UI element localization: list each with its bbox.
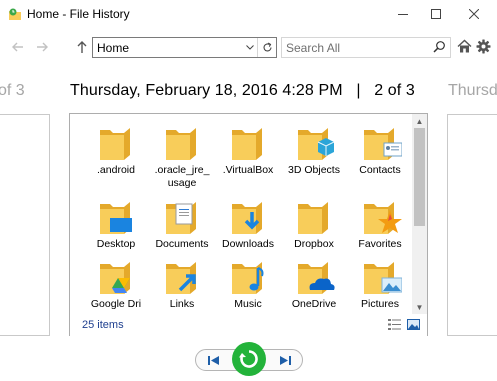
version-header: of 3 Thursday, February 18, 2016 4:28 PM…	[0, 80, 497, 104]
file-item-label: .VirtualBox	[222, 164, 274, 176]
file-item-label: Downloads	[222, 238, 274, 250]
file-item[interactable]: OneDrive	[282, 256, 346, 316]
file-history-app-icon	[9, 8, 21, 20]
version-date-heading: Thursday, February 18, 2016 4:28 PM | 2 …	[70, 82, 415, 100]
minimize-icon	[398, 14, 408, 15]
file-item-label: Desktop	[96, 238, 136, 250]
file-item[interactable]: Contacts	[348, 122, 412, 182]
search-placeholder: Search All	[286, 41, 341, 55]
file-item[interactable]: Music	[216, 256, 280, 316]
footer	[0, 336, 497, 381]
file-item-label: Contacts	[359, 164, 401, 176]
details-view-icon[interactable]	[388, 319, 401, 330]
forward-arrow-icon	[37, 42, 48, 52]
file-item-label: 3D Objects	[288, 164, 340, 176]
file-item[interactable]: .android	[84, 122, 148, 182]
file-item-label: Favorites	[358, 238, 402, 250]
next-version-button[interactable]	[276, 352, 294, 368]
pictures-folder-icon	[364, 262, 402, 294]
file-item[interactable]: Links	[150, 256, 214, 316]
downloads-folder-icon	[232, 202, 262, 234]
documents-folder-icon	[166, 202, 196, 234]
chevron-down-icon	[245, 45, 254, 50]
file-item-label: Pictures	[361, 298, 399, 310]
file-item-label: Google Dri	[90, 298, 142, 310]
window-title: Home - File History	[27, 7, 130, 21]
restore-button[interactable]	[232, 342, 266, 376]
file-item-label: OneDrive	[291, 298, 337, 310]
folder-icon	[166, 128, 196, 160]
folder-icon	[100, 128, 130, 160]
close-button[interactable]	[451, 0, 497, 28]
close-icon	[469, 9, 479, 19]
folder-icon	[232, 128, 262, 160]
next-version-panel[interactable]	[447, 114, 497, 336]
onedrive-folder-icon	[298, 262, 335, 294]
scroll-up-button[interactable]: ▲	[412, 114, 427, 128]
search-icon[interactable]	[433, 40, 446, 53]
favorites-folder-icon	[364, 202, 402, 234]
refresh-icon	[262, 42, 272, 52]
file-item-label: Documents	[155, 238, 209, 250]
address-text: Home	[97, 41, 130, 55]
3d-objects-icon	[298, 128, 335, 160]
skip-previous-icon	[207, 355, 219, 365]
file-item[interactable]: Downloads	[216, 196, 280, 256]
back-arrow-icon	[12, 42, 23, 52]
title-bar: Home - File History	[0, 0, 497, 28]
gear-icon[interactable]	[476, 39, 491, 54]
previous-version-panel[interactable]	[0, 114, 50, 336]
search-input[interactable]: Search All	[281, 37, 451, 58]
file-item-label: Music	[234, 298, 262, 310]
up-button[interactable]	[74, 39, 90, 55]
contacts-icon	[364, 128, 402, 160]
file-item[interactable]: .oracle_jre_ usage	[150, 122, 214, 189]
home-icon[interactable]	[457, 39, 472, 54]
address-dropdown-button[interactable]	[242, 38, 257, 57]
file-item[interactable]: Desktop	[84, 196, 148, 256]
address-bar[interactable]: Home	[92, 37, 277, 58]
file-item[interactable]: Dropbox	[282, 196, 346, 256]
skip-next-icon	[279, 355, 291, 365]
status-bar: 25 items	[70, 314, 427, 336]
file-item[interactable]: Documents	[150, 196, 214, 256]
next-version-label: Thursda	[448, 82, 497, 99]
file-view-panel: .android .oracle_jre_ usage .VirtualBox 3D …	[69, 113, 428, 337]
refresh-button[interactable]	[257, 38, 276, 57]
links-folder-icon	[166, 262, 196, 294]
forward-button[interactable]	[34, 39, 50, 55]
file-item[interactable]: 3D Objects	[282, 122, 346, 182]
file-item[interactable]: Favorites	[348, 196, 412, 256]
restore-icon	[239, 350, 258, 368]
previous-version-label: of 3	[0, 82, 25, 99]
maximize-icon	[431, 9, 441, 19]
folder-icon	[298, 202, 328, 234]
file-item-label: Links	[169, 298, 195, 310]
desktop-folder-icon	[100, 202, 132, 234]
previous-version-button[interactable]	[204, 352, 222, 368]
file-item-label: Dropbox	[294, 238, 334, 250]
scroll-down-button[interactable]: ▼	[412, 300, 427, 314]
up-arrow-icon	[77, 41, 87, 53]
file-item[interactable]: Google Dri	[84, 256, 148, 316]
vertical-scrollbar[interactable]: ▲ ▼	[412, 114, 427, 314]
file-item-label: .android	[97, 164, 135, 176]
scroll-thumb[interactable]	[414, 128, 425, 226]
version-separator: |	[356, 82, 361, 99]
version-position: 2 of 3	[374, 82, 415, 99]
file-item[interactable]: Pictures	[348, 256, 412, 316]
item-count: 25 items	[82, 319, 124, 331]
music-folder-icon	[232, 262, 264, 294]
large-icons-view-icon[interactable]	[407, 319, 420, 330]
google-drive-folder-icon	[100, 262, 130, 294]
file-item[interactable]: .VirtualBox	[216, 122, 280, 182]
file-item-label: .oracle_jre_ usage	[154, 164, 210, 189]
back-button[interactable]	[10, 39, 26, 55]
version-date: Thursday, February 18, 2016 4:28 PM	[70, 82, 343, 99]
